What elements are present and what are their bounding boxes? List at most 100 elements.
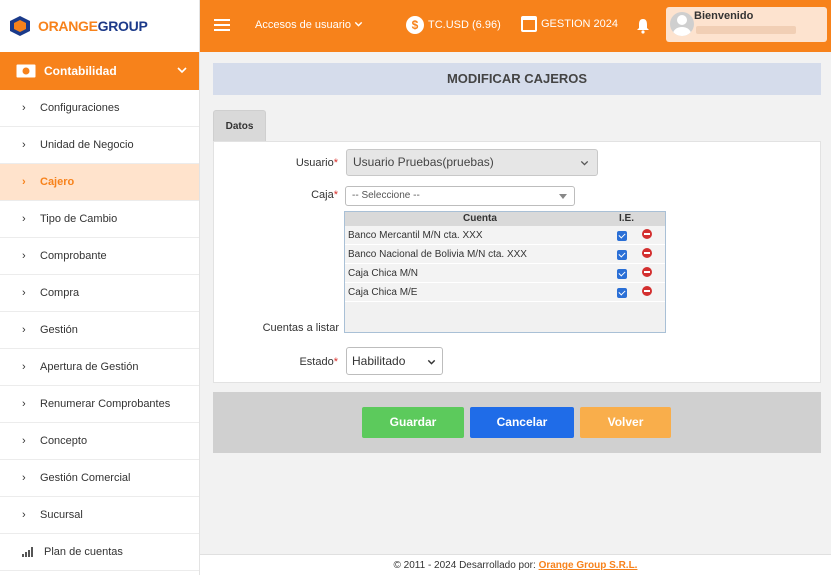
sidebar-item-apertura-gestion[interactable]: › Apertura de Gestión (0, 349, 199, 386)
chevron-right-icon: › (22, 472, 26, 484)
sidebar-item-configuraciones[interactable]: › Configuraciones (0, 90, 199, 127)
sidebar-item-label: Renumerar Comprobantes (40, 398, 171, 410)
list-item: Caja Chica M/E (345, 283, 665, 302)
account-name: Banco Nacional de Bolivia M/N cta. XXX (348, 249, 527, 260)
chevron-down-icon (177, 67, 187, 74)
estado-label: Estado* (299, 356, 338, 368)
save-button[interactable]: Guardar (362, 407, 464, 438)
chevron-right-icon: › (22, 287, 26, 299)
sidebar-item-label: Tipo de Cambio (40, 213, 118, 225)
chevron-right-icon: › (22, 102, 26, 114)
cancel-button[interactable]: Cancelar (470, 407, 574, 438)
caja-select[interactable]: -- Seleccione -- (345, 186, 575, 206)
sidebar-item-label: Plan de cuentas (44, 546, 123, 558)
chevron-right-icon: › (22, 176, 26, 188)
dollar-icon: $ (406, 16, 424, 34)
ie-checkbox[interactable] (617, 288, 627, 298)
bell-icon[interactable] (636, 18, 650, 34)
sidebar-item-label: Compra (40, 287, 80, 299)
sidebar-item-gestion-comercial[interactable]: › Gestión Comercial (0, 460, 199, 497)
user-menu[interactable]: Bienvenido (666, 7, 827, 42)
sidebar-item-renumerar-comprobantes[interactable]: › Renumerar Comprobantes (0, 386, 199, 423)
sidebar-item-label: Gestión (40, 324, 78, 336)
money-icon (16, 64, 36, 78)
welcome-label: Bienvenido (694, 10, 754, 22)
estado-select-value: Habilitado (352, 354, 406, 368)
signal-bars-icon (22, 547, 42, 557)
sidebar-item-plan-cuentas[interactable]: Plan de cuentas (0, 534, 199, 571)
col-ie: I.E. (619, 213, 635, 224)
usuario-label: Usuario* (295, 157, 338, 169)
sidebar-item-label: Concepto (40, 435, 88, 447)
sidebar-item-label: Cajero (40, 176, 75, 188)
chevron-right-icon: › (22, 398, 26, 410)
logo[interactable]: ORANGEGROUP (0, 0, 199, 52)
chevron-down-icon (427, 359, 436, 365)
logo-text: ORANGEGROUP (38, 18, 148, 34)
sidebar-item-label: Sucursal (40, 509, 83, 521)
remove-icon[interactable] (642, 229, 652, 239)
top-bar: Accesos de usuario $ TC.USD (6.96) GESTI… (200, 0, 831, 52)
footer-brand-link[interactable]: Orange Group S.R.L. (539, 560, 638, 571)
logo-icon (10, 16, 30, 36)
caja-select-value: -- Seleccione -- (352, 190, 420, 201)
list-item: Banco Mercantil M/N cta. XXX (345, 226, 665, 245)
footer-text: © 2011 - 2024 Desarrollado por: (393, 560, 539, 571)
chevron-right-icon: › (22, 324, 26, 336)
sidebar-item-unidad-negocio[interactable]: › Unidad de Negocio (0, 127, 199, 164)
chevron-down-icon (354, 21, 363, 27)
account-name: Banco Mercantil M/N cta. XXX (348, 230, 483, 241)
chevron-right-icon: › (22, 361, 26, 373)
sidebar-item-label: Apertura de Gestión (40, 361, 139, 373)
ie-checkbox[interactable] (617, 269, 627, 279)
chevron-right-icon: › (22, 435, 26, 447)
sidebar-item-label: Comprobante (40, 250, 107, 262)
sidebar-section-contabilidad[interactable]: Contabilidad (0, 52, 199, 90)
ie-checkbox[interactable] (617, 250, 627, 260)
exchange-rate: $ TC.USD (6.96) (406, 16, 501, 34)
account-name: Caja Chica M/E (348, 287, 418, 298)
avatar (670, 12, 694, 36)
remove-icon[interactable] (642, 267, 652, 277)
sidebar-item-gestion[interactable]: › Gestión (0, 312, 199, 349)
sidebar-item-concepto[interactable]: › Concepto (0, 423, 199, 460)
hamburger-icon[interactable] (214, 19, 230, 31)
sidebar-item-sucursal[interactable]: › Sucursal (0, 497, 199, 534)
account-name: Caja Chica M/N (348, 268, 419, 279)
usuario-select-value: Usuario Pruebas(pruebas) (353, 155, 494, 169)
footer: © 2011 - 2024 Desarrollado por: Orange G… (200, 554, 831, 575)
sidebar-item-cajero[interactable]: › Cajero (0, 164, 199, 201)
accounts-header: Cuenta I.E. (345, 212, 665, 226)
chevron-down-icon (580, 160, 589, 166)
gestion-indicator: GESTION 2024 (521, 16, 618, 32)
accesos-usuario-dropdown[interactable]: Accesos de usuario (255, 19, 363, 31)
sidebar-item-tipo-cambio[interactable]: › Tipo de Cambio (0, 201, 199, 238)
chevron-right-icon: › (22, 213, 26, 225)
page-title: MODIFICAR CAJEROS (213, 63, 821, 95)
accounts-list[interactable]: Cuenta I.E. Banco Mercantil M/N cta. XXX… (344, 211, 666, 333)
sidebar-item-label: Unidad de Negocio (40, 139, 134, 151)
sidebar-item-comprobante[interactable]: › Comprobante (0, 238, 199, 275)
user-name-redacted (696, 26, 796, 34)
chevron-right-icon: › (22, 250, 26, 262)
tab-datos[interactable]: Datos (213, 110, 266, 141)
list-item: Banco Nacional de Bolivia M/N cta. XXX (345, 245, 665, 264)
remove-icon[interactable] (642, 248, 652, 258)
back-button[interactable]: Volver (580, 407, 671, 438)
col-cuenta: Cuenta (463, 213, 497, 224)
estado-select[interactable]: Habilitado (346, 347, 443, 375)
list-item: Caja Chica M/N (345, 264, 665, 283)
calendar-icon (521, 16, 537, 32)
ie-checkbox[interactable] (617, 231, 627, 241)
usuario-select[interactable]: Usuario Pruebas(pruebas) (346, 149, 598, 176)
accesos-usuario-label: Accesos de usuario (255, 19, 351, 31)
exchange-rate-label: TC.USD (6.96) (428, 19, 501, 31)
gestion-label: GESTION 2024 (541, 18, 619, 30)
remove-icon[interactable] (642, 286, 652, 296)
sidebar: ORANGEGROUP Contabilidad › Configuracione… (0, 0, 200, 575)
sidebar-item-label: Configuraciones (40, 102, 120, 114)
chevron-right-icon: › (22, 139, 26, 151)
sidebar-item-compra[interactable]: › Compra (0, 275, 199, 312)
sidebar-item-label: Gestión Comercial (40, 472, 131, 484)
cuentas-listar-label: Cuentas a listar (262, 322, 339, 334)
